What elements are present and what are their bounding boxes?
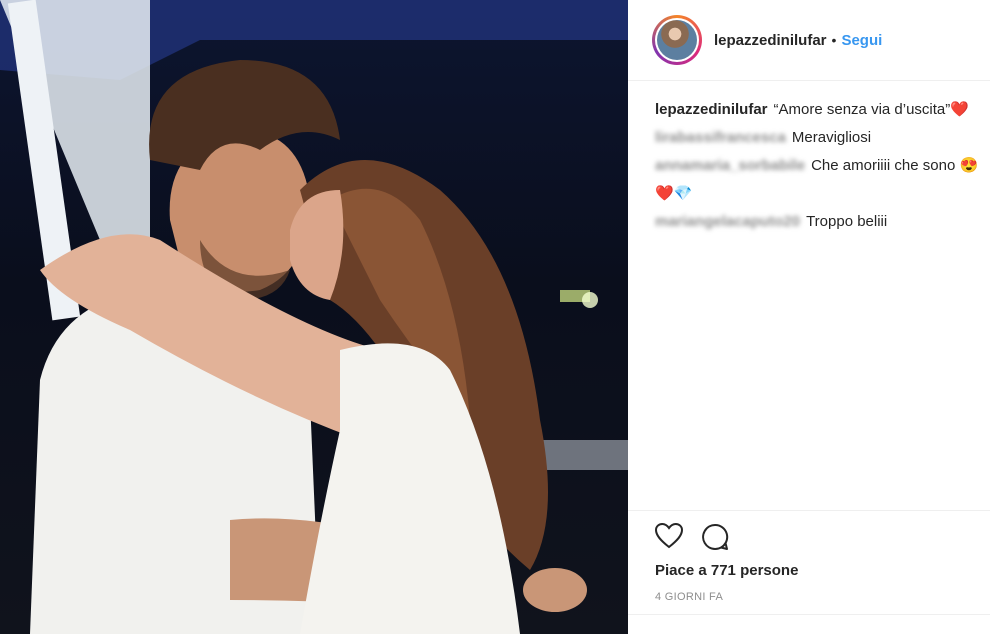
follow-button[interactable]: Segui bbox=[841, 32, 882, 49]
comment-username[interactable]: annamaria_sorbabile bbox=[655, 157, 805, 174]
action-bar bbox=[628, 510, 990, 559]
comment-icon[interactable] bbox=[701, 523, 729, 551]
comment-item: mariangelacaputo20 Troppo beliii bbox=[655, 208, 990, 236]
heart-icon[interactable] bbox=[655, 523, 683, 549]
post-header: lepazzedinilufar • Segui bbox=[628, 0, 990, 81]
comment-username[interactable]: mariangelacaputo20 bbox=[655, 213, 800, 230]
comment-item: annamaria_sorbabile Che amoriiii che sono… bbox=[655, 152, 990, 208]
avatar[interactable] bbox=[652, 15, 702, 65]
avatar-frame bbox=[655, 18, 699, 62]
comment-item: lirabassifrancesca Meravigliosi bbox=[655, 124, 990, 152]
post-photo[interactable] bbox=[0, 0, 628, 634]
avatar-image bbox=[657, 20, 697, 60]
photo-illustration bbox=[0, 0, 628, 634]
header-separator: • bbox=[831, 32, 837, 48]
caption-emoji: ❤️ bbox=[950, 101, 969, 118]
caption-username[interactable]: lepazzedinilufar bbox=[655, 101, 768, 118]
header-username[interactable]: lepazzedinilufar bbox=[714, 32, 827, 49]
post-timestamp: 4 GIORNI FA bbox=[655, 591, 724, 603]
likes-count[interactable]: Piace a 771 persone bbox=[655, 562, 798, 579]
add-comment-area[interactable] bbox=[628, 614, 990, 635]
caption: lepazzedinilufar “Amore senza via d’uscit… bbox=[655, 96, 990, 124]
comments-list: lepazzedinilufar “Amore senza via d’uscit… bbox=[655, 96, 990, 236]
comment-text: Meravigliosi bbox=[791, 129, 872, 146]
post-side-panel: lepazzedinilufar • Segui lepazzedinilufa… bbox=[628, 0, 1000, 634]
comment-text: Troppo beliii bbox=[806, 213, 888, 230]
comment-username[interactable]: lirabassifrancesca bbox=[655, 129, 786, 146]
action-icons bbox=[628, 511, 990, 559]
comment-text: Che amoriiii che sono bbox=[811, 157, 956, 174]
caption-text: “Amore senza via d’uscita” bbox=[773, 101, 951, 118]
